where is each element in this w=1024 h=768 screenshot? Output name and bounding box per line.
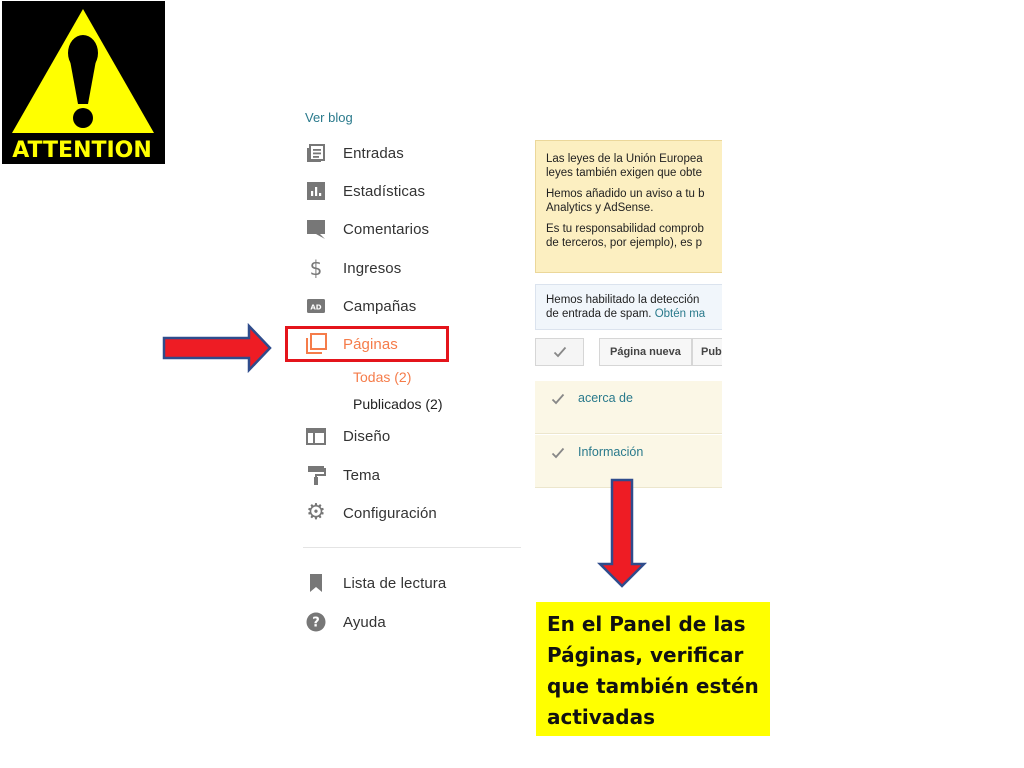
sidebar-item-label: Diseño — [343, 427, 391, 445]
sidebar-item-label: Comentarios — [343, 220, 430, 238]
stats-icon — [305, 180, 327, 202]
sidebar-item-diseno[interactable]: Diseño — [305, 422, 515, 450]
posts-icon — [305, 142, 327, 164]
notice-line: Analytics y AdSense. — [546, 201, 654, 214]
layout-icon — [305, 425, 327, 447]
spam-detection-notice: Hemos habilitado la detección de entrada… — [535, 284, 722, 330]
attention-warning-sign: ATTENTION — [2, 1, 165, 164]
select-all-checkbox[interactable] — [535, 338, 584, 366]
svg-text:AD: AD — [310, 304, 321, 312]
dollar-icon: $ — [309, 256, 323, 280]
publish-button[interactable]: Publ — [692, 338, 722, 366]
sidebar-item-lista-de-lectura[interactable]: Lista de lectura — [305, 569, 515, 597]
pages-filter-published[interactable]: Publicados (2) — [353, 396, 443, 412]
sidebar-item-label: Ayuda — [343, 613, 386, 631]
row-checkbox-icon[interactable] — [551, 447, 565, 459]
learn-more-link[interactable]: Obtén ma — [655, 308, 706, 320]
sidebar-item-label: Estadísticas — [343, 182, 426, 200]
attention-label: ATTENTION — [12, 138, 152, 163]
sidebar-item-estadisticas[interactable]: Estadísticas — [305, 177, 515, 205]
pages-main-panel: Las leyes de la Unión Europea leyes tamb… — [535, 140, 722, 490]
svg-text:?: ? — [312, 616, 320, 631]
help-icon: ? — [305, 611, 327, 633]
pages-toolbar: Página nueva Publ — [535, 338, 722, 368]
pages-highlight-box — [285, 326, 449, 362]
spam-notice-line: de entrada de spam. — [546, 308, 655, 320]
note-line: que también estén — [547, 674, 759, 698]
instruction-note: En el Panel de las Páginas, verificar qu… — [536, 602, 770, 736]
note-line: En el Panel de las — [547, 612, 746, 636]
sidebar-item-label: Entradas — [343, 144, 404, 162]
eu-cookie-notice: Las leyes de la Unión Europea leyes tamb… — [535, 140, 722, 273]
sidebar-item-label: Configuración — [343, 504, 437, 522]
down-arrow-annotation — [597, 478, 647, 588]
view-blog-link[interactable]: Ver blog — [305, 110, 353, 125]
notice-line: de terceros, por ejemplo), es p — [546, 236, 702, 249]
note-line: Páginas, verificar — [547, 643, 744, 667]
right-arrow-annotation — [162, 323, 272, 373]
notice-line: Es tu responsabilidad comprob — [546, 223, 704, 235]
pages-filter-all[interactable]: Todas (2) — [353, 369, 411, 385]
sidebar-item-label: Campañas — [343, 297, 417, 315]
row-checkbox-icon[interactable] — [551, 393, 565, 405]
sidebar-item-comentarios[interactable]: Comentarios — [305, 215, 515, 243]
sidebar-item-entradas[interactable]: Entradas — [305, 139, 515, 167]
spam-notice-line: Hemos habilitado la detección — [546, 294, 700, 306]
sidebar-item-label: Lista de lectura — [343, 574, 447, 592]
page-row[interactable]: acerca de — [535, 381, 722, 434]
sidebar-item-campanas[interactable]: AD Campañas — [305, 292, 515, 320]
sidebar-item-ingresos[interactable]: $ Ingresos — [305, 254, 515, 282]
notice-line: Las leyes de la Unión Europea — [546, 153, 703, 165]
theme-paint-roller-icon — [305, 464, 327, 486]
notice-line: leyes también exigen que obte — [546, 166, 702, 179]
settings-gear-icon: ⚙ — [306, 500, 326, 525]
new-page-button[interactable]: Página nueva — [599, 338, 692, 366]
notice-line: Hemos añadido un aviso a tu b — [546, 188, 705, 200]
comments-icon — [305, 218, 327, 240]
sidebar-item-label: Tema — [343, 466, 381, 484]
sidebar-item-label: Ingresos — [343, 259, 402, 277]
page-title-link[interactable]: acerca de — [578, 391, 633, 405]
campaigns-icon: AD — [305, 295, 327, 317]
sidebar-divider — [303, 547, 521, 548]
page-title-link[interactable]: Información — [578, 445, 643, 459]
sidebar-item-ayuda[interactable]: ? Ayuda — [305, 608, 515, 636]
bookmark-icon — [305, 572, 327, 594]
warning-triangle-icon: ATTENTION — [12, 9, 154, 163]
note-line: activadas — [547, 705, 656, 729]
sidebar-item-tema[interactable]: Tema — [305, 461, 515, 489]
sidebar-item-configuracion[interactable]: ⚙ Configuración — [305, 499, 515, 527]
checkmark-icon — [553, 346, 566, 358]
